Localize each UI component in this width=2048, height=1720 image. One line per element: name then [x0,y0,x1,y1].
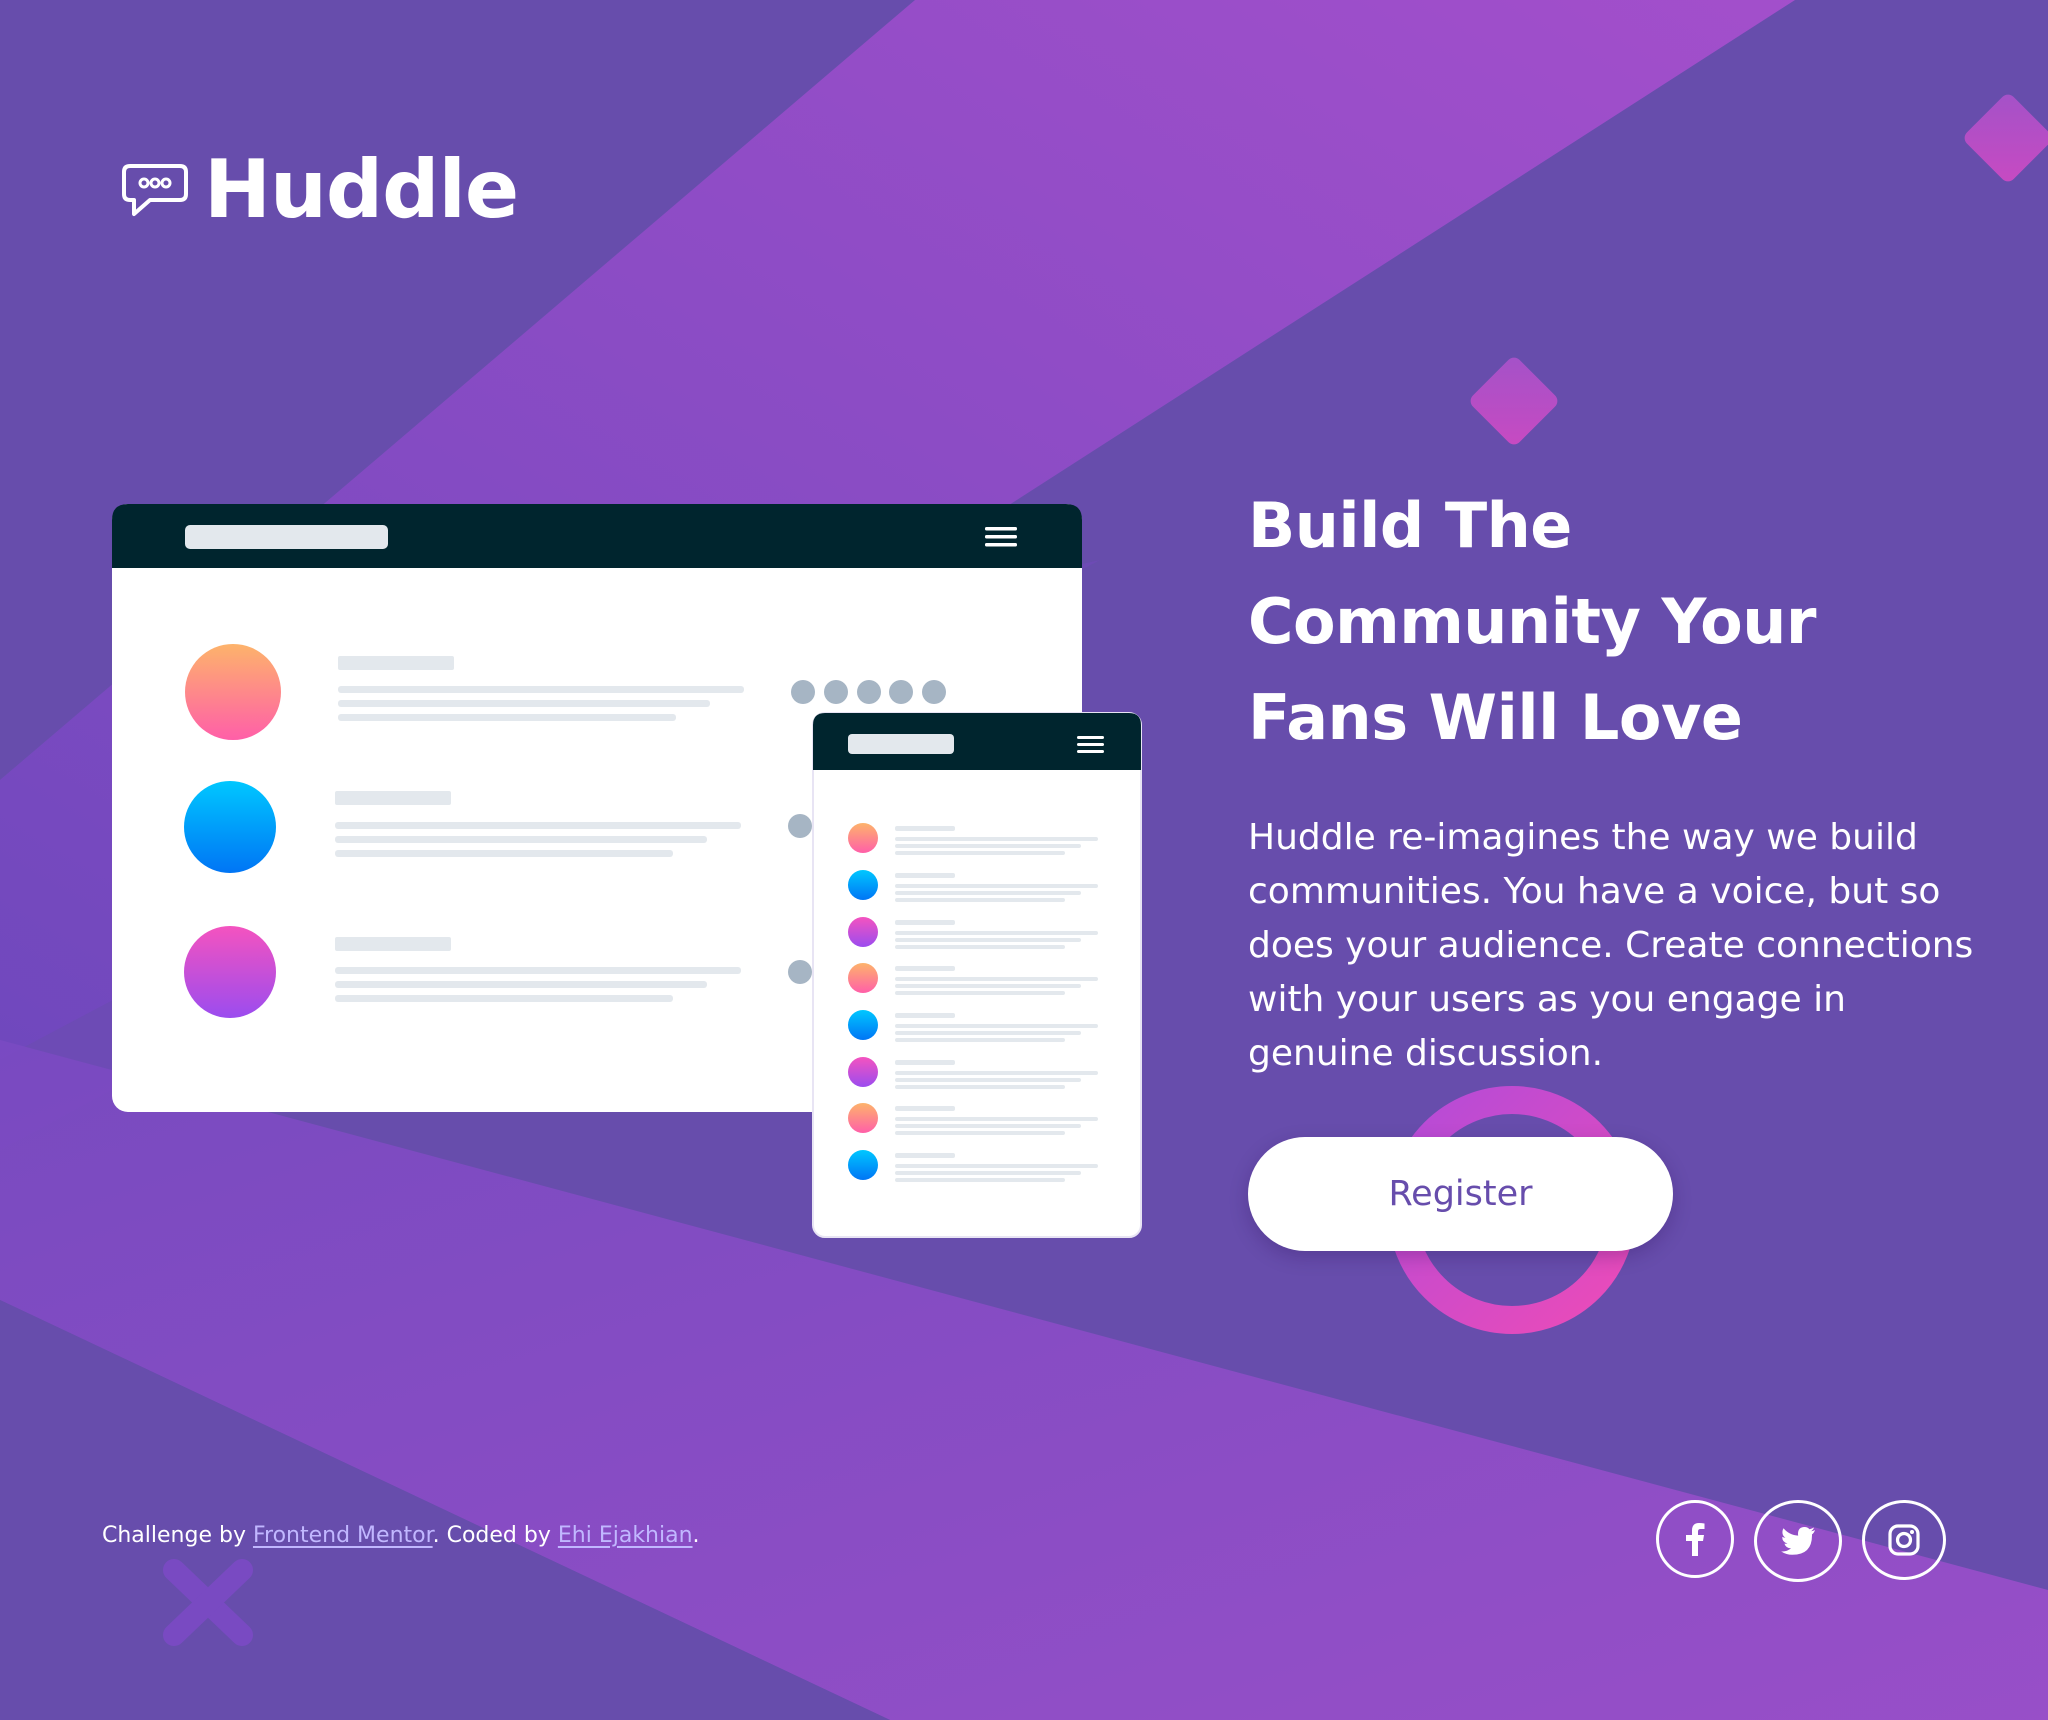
register-button[interactable]: Register [1248,1137,1673,1251]
brand-name: Huddle [204,143,519,236]
twitter-icon [1781,1527,1815,1555]
hero-title-line-3: Fans Will Love [1248,681,1743,754]
hero-illustration [112,504,1142,1238]
hero-title: Build The Community Your Fans Will Love [1248,478,1988,766]
credit-prefix: Challenge by [102,1523,253,1548]
instagram-button[interactable] [1862,1500,1946,1580]
author-link[interactable]: Ehi Ejakhian [558,1523,693,1548]
hero-title-line-2: Community Your [1248,585,1816,658]
hero-title-line-1: Build The [1248,489,1572,562]
frontend-mentor-link[interactable]: Frontend Mentor [253,1523,433,1548]
attribution: Challenge by Frontend Mentor. Coded by E… [102,1523,700,1548]
hero-description: Huddle re-imagines the way we build comm… [1248,817,1974,1074]
hero-section: Build The Community Your Fans Will Love … [1248,478,1988,1251]
facebook-icon [1686,1523,1705,1556]
twitter-button[interactable] [1754,1500,1842,1582]
credit-suffix: . [692,1523,700,1548]
credit-middle: . Coded by [432,1523,558,1548]
register-container: Register [1248,1137,1673,1251]
social-links [1656,1500,1946,1582]
brand-logo[interactable]: Huddle [120,143,519,236]
instagram-icon [1888,1524,1920,1556]
facebook-button[interactable] [1656,1500,1734,1578]
chat-bubble-icon [122,164,188,216]
